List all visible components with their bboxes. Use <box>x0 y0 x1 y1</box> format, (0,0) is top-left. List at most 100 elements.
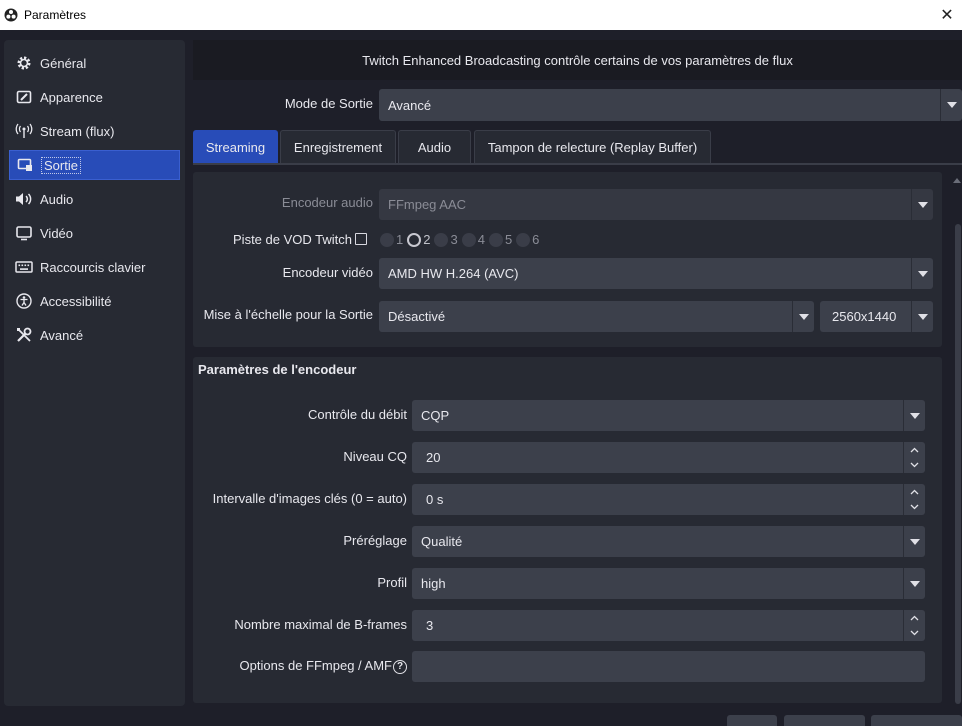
sidebar-item-hotkeys[interactable]: Raccourcis clavier <box>4 250 185 284</box>
sidebar-item-output[interactable]: Sortie <box>9 150 180 180</box>
video-encoder-value: AMD HW H.264 (AVC) <box>388 266 519 281</box>
vod-track-radio-4[interactable]: 4 <box>461 232 485 247</box>
sidebar-item-stream[interactable]: Stream (flux) <box>4 114 185 148</box>
profile-select[interactable]: high <box>412 568 925 599</box>
chevron-down-icon <box>940 89 962 121</box>
vod-track-radio-3[interactable]: 3 <box>434 232 458 247</box>
preset-value: Qualité <box>421 534 463 549</box>
dialog-button-2[interactable] <box>784 715 865 726</box>
preset-select[interactable]: Qualité <box>412 526 925 557</box>
keyframe-interval-spinbox[interactable]: 0 s <box>412 484 925 515</box>
cq-level-label: Niveau CQ <box>343 449 407 464</box>
output-mode-select[interactable]: Avancé <box>379 89 962 121</box>
tab-replay-buffer[interactable]: Tampon de relecture (Replay Buffer) <box>474 130 711 163</box>
chevron-up-icon[interactable] <box>904 442 925 458</box>
vod-track-radio-6[interactable]: 6 <box>516 232 539 247</box>
chevron-down-icon <box>903 568 925 599</box>
rescale-select[interactable]: Désactivé <box>379 301 814 332</box>
vod-track-radio-5[interactable]: 5 <box>488 232 512 247</box>
chevron-down-icon[interactable] <box>904 626 925 642</box>
window-title: Paramètres <box>24 8 87 22</box>
sidebar-item-label: Général <box>40 55 87 71</box>
chevron-up-icon[interactable] <box>904 484 925 500</box>
chevron-down-icon <box>903 400 925 431</box>
tab-divider <box>193 163 962 165</box>
audio-encoder-label: Encodeur audio <box>281 195 373 210</box>
tab-streaming[interactable]: Streaming <box>193 130 278 163</box>
sidebar-item-accessibility[interactable]: Accessibilité <box>4 284 185 318</box>
tools-icon <box>15 326 33 344</box>
profile-label: Profil <box>377 575 407 590</box>
spinbox-buttons[interactable] <box>903 484 925 515</box>
chevron-down-icon <box>911 258 933 289</box>
tab-label: Tampon de relecture (Replay Buffer) <box>487 139 698 155</box>
keyboard-icon <box>15 258 33 276</box>
settings-scrollbar[interactable] <box>951 176 962 704</box>
ffmpeg-options-label-row: Options de FFmpeg / AMF? <box>193 658 407 674</box>
vod-track-radio-2[interactable]: 2 <box>407 232 430 247</box>
output-mode-value: Avancé <box>388 97 432 113</box>
rate-control-select[interactable]: CQP <box>412 400 925 431</box>
profile-value: high <box>421 576 446 591</box>
sidebar-item-general[interactable]: Général <box>4 46 185 80</box>
dialog-button-1[interactable] <box>727 715 777 726</box>
enhanced-broadcasting-banner: Twitch Enhanced Broadcasting contrôle ce… <box>193 40 962 80</box>
gear-icon <box>15 54 33 72</box>
tab-label: Audio <box>417 139 452 155</box>
spinbox-buttons[interactable] <box>903 610 925 641</box>
spinbox-buttons[interactable] <box>903 442 925 473</box>
cq-level-spinbox[interactable]: 20 <box>412 442 925 473</box>
output-mode-label: Mode de Sortie <box>284 96 373 111</box>
vod-track-label: Piste de VOD Twitch <box>233 232 352 247</box>
sidebar-item-label: Apparence <box>40 89 103 105</box>
sidebar-item-label: Stream (flux) <box>40 123 115 139</box>
scrollbar-thumb[interactable] <box>955 224 961 704</box>
chevron-down-icon[interactable] <box>904 500 925 516</box>
title-bar: Paramètres ✕ <box>0 0 962 30</box>
rescale-resolution-value: 2560x1440 <box>832 309 897 324</box>
ffmpeg-options-label: Options de FFmpeg / AMF <box>239 658 392 673</box>
chevron-down-icon <box>792 301 814 332</box>
accessibility-icon <box>15 292 33 310</box>
sidebar-item-audio[interactable]: Audio <box>4 182 185 216</box>
tab-label: Enregistrement <box>293 139 383 155</box>
tab-audio[interactable]: Audio <box>398 130 471 163</box>
max-bframes-value: 3 <box>426 618 434 633</box>
obs-logo-icon <box>4 8 18 22</box>
help-icon[interactable]: ? <box>393 659 407 674</box>
chevron-down-icon[interactable] <box>904 458 925 474</box>
cq-level-value: 20 <box>426 450 441 465</box>
sidebar-item-label: Vidéo <box>40 225 74 241</box>
sidebar-item-appearance[interactable]: Apparence <box>4 80 185 114</box>
ffmpeg-options-input[interactable] <box>412 651 925 682</box>
sidebar-item-advanced[interactable]: Avancé <box>4 318 185 352</box>
audio-encoder-value: FFmpeg AAC <box>388 197 467 212</box>
sidebar-item-label: Raccourcis clavier <box>40 259 146 275</box>
video-encoder-label: Encodeur vidéo <box>282 265 373 280</box>
tab-label: Streaming <box>205 139 266 155</box>
chevron-down-icon <box>911 189 933 220</box>
max-bframes-spinbox[interactable]: 3 <box>412 610 925 641</box>
audio-encoder-select[interactable]: FFmpeg AAC <box>379 189 933 220</box>
chevron-up-icon[interactable] <box>904 610 925 626</box>
encoder-settings-title: Paramètres de l'encodeur <box>198 362 357 377</box>
vod-track-radio-1[interactable]: 1 <box>380 232 403 247</box>
rescale-resolution-select[interactable]: 2560x1440 <box>820 301 933 332</box>
broadcast-icon <box>15 122 33 140</box>
tab-recording[interactable]: Enregistrement <box>280 130 396 163</box>
rescale-label: Mise à l'échelle pour la Sortie <box>203 307 373 322</box>
close-icon: ✕ <box>940 7 954 24</box>
sidebar-item-video[interactable]: Vidéo <box>4 216 185 250</box>
keyframe-interval-value: 0 s <box>426 492 444 507</box>
speaker-icon <box>15 190 33 208</box>
max-bframes-label: Nombre maximal de B-frames <box>234 617 407 632</box>
video-encoder-select[interactable]: AMD HW H.264 (AVC) <box>379 258 933 289</box>
scroll-up-icon[interactable] <box>953 178 961 183</box>
banner-text: Twitch Enhanced Broadcasting contrôle ce… <box>362 52 793 68</box>
keyframe-interval-label: Intervalle d'images clés (0 = auto) <box>212 491 407 506</box>
vod-track-checkbox[interactable] <box>355 233 367 245</box>
rate-control-label: Contrôle du débit <box>307 407 407 422</box>
sidebar-item-label: Avancé <box>40 327 84 343</box>
close-button[interactable]: ✕ <box>932 0 962 30</box>
dialog-button-3[interactable] <box>871 715 962 726</box>
